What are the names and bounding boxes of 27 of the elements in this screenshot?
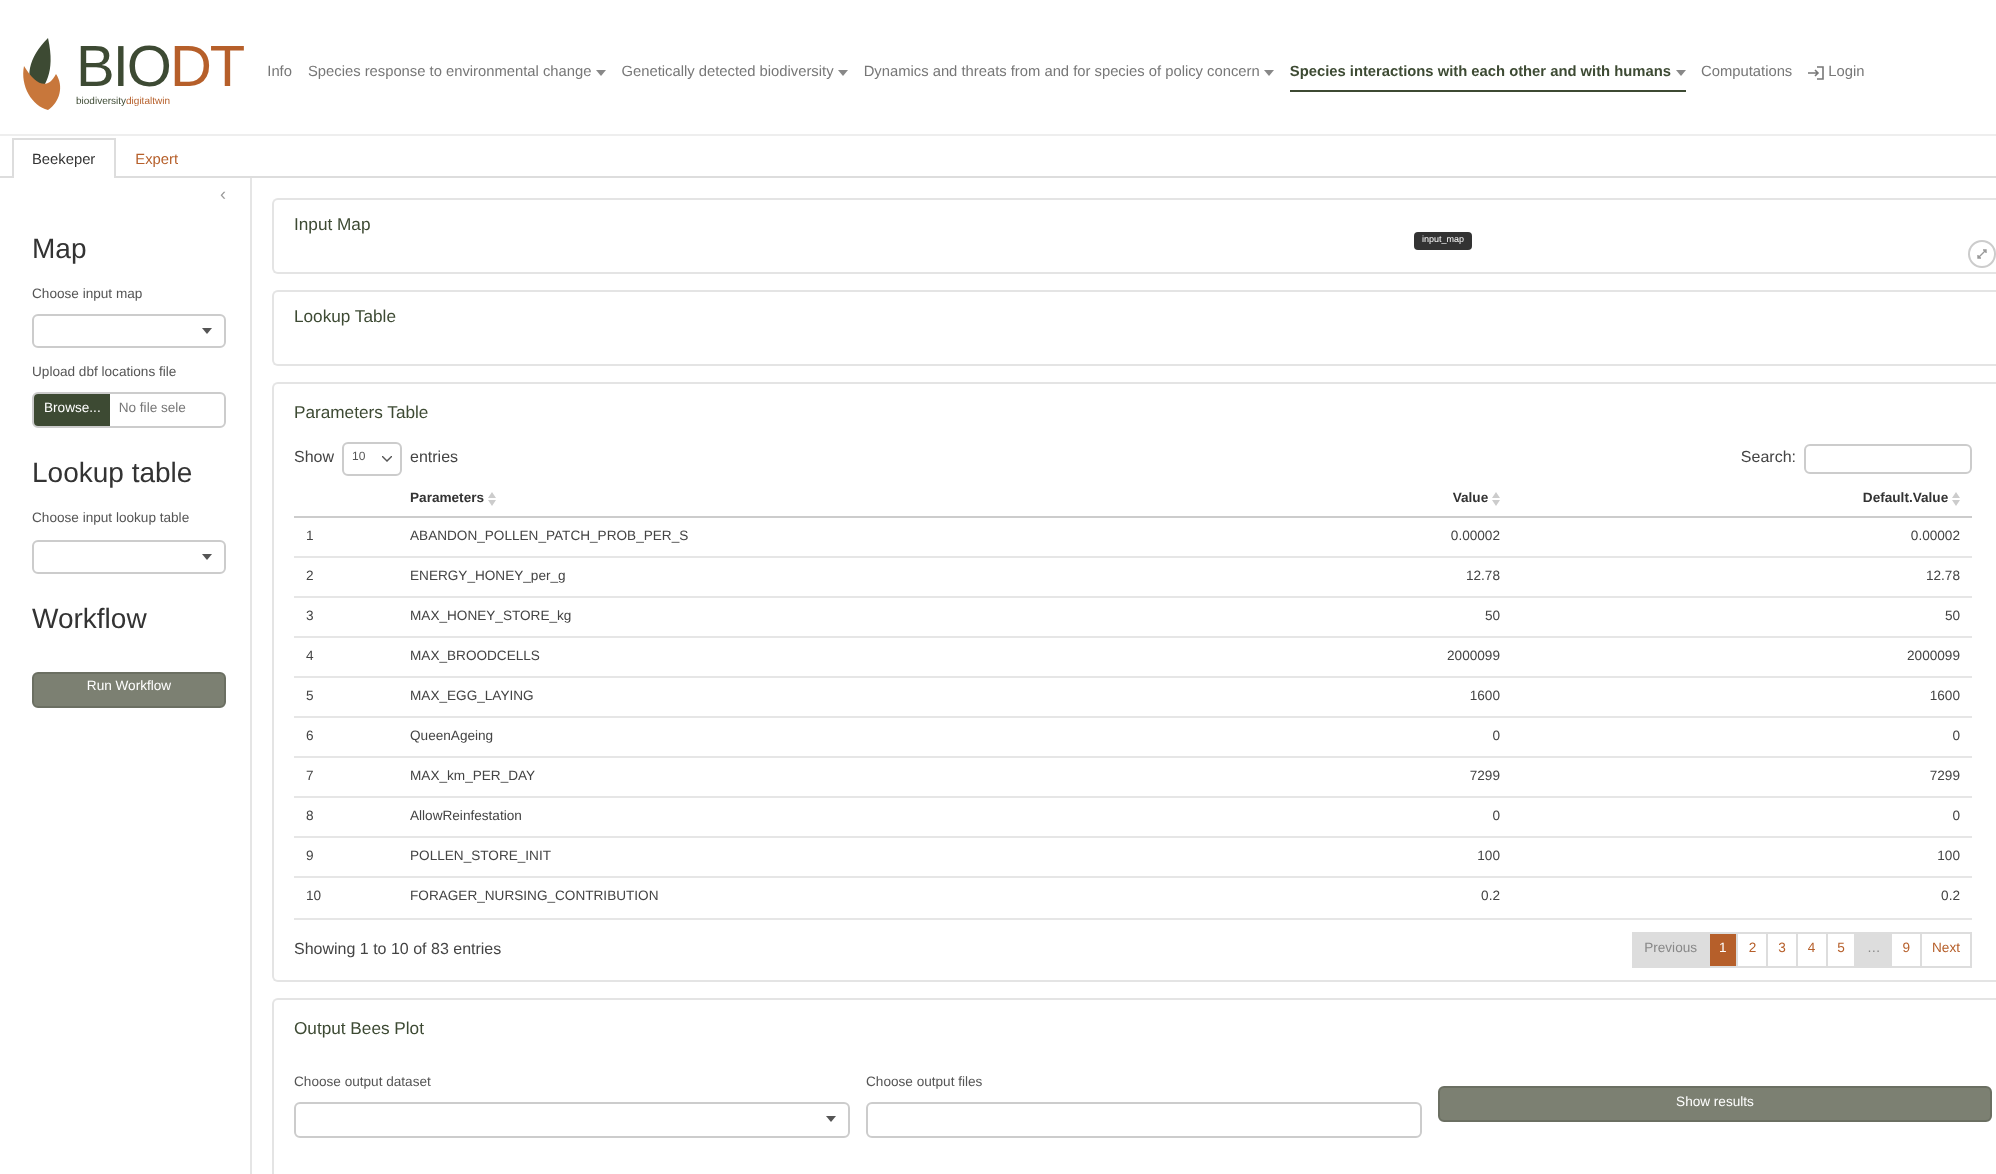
select-field[interactable] [32,539,226,574]
collapse-button[interactable]: ‹ [32,186,226,204]
card-title: Parameters Table [294,400,431,426]
select-field[interactable] [32,314,226,349]
search-field[interactable] [1804,443,1972,474]
entries-label: entries [410,446,459,471]
sort-icon[interactable] [1952,491,1960,506]
dropdown-caret-icon [202,553,212,560]
section-heading: Workflow [32,599,149,638]
section-heading: Lookup table [32,454,195,493]
card-title: Lookup Table [294,304,398,330]
search-label: Search: [1740,446,1796,471]
login-icon [1808,65,1825,80]
table-info: Showing 1 to 10 of 83 entries [294,937,502,962]
chevron-icon [382,455,393,462]
sort-icon[interactable] [487,491,496,506]
select-field[interactable] [294,1101,850,1138]
card-title: Output Bees Plot [294,1015,426,1042]
dropdown-caret-icon [826,1116,836,1123]
section-heading: Map [32,230,89,268]
dropdown-caret-icon [202,328,212,335]
show-label: Show [294,446,335,471]
sort-icon[interactable] [1492,491,1500,506]
expand-icon[interactable] [1968,240,1996,268]
logo-text: BIODT [76,39,244,97]
card-title: Input Map [294,212,373,238]
files-field[interactable] [866,1101,1422,1138]
